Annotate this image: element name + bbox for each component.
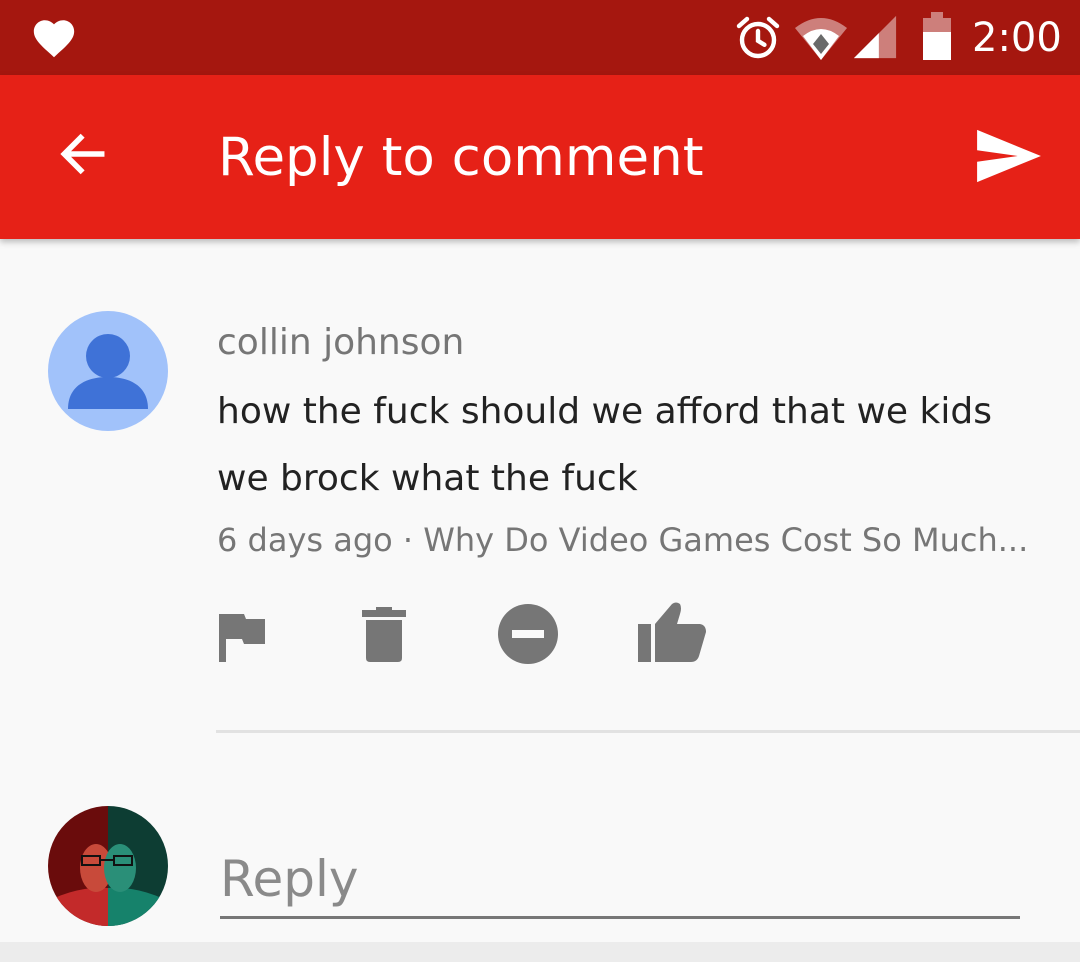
comment-author[interactable]: collin johnson: [217, 318, 464, 368]
battery-icon: [923, 12, 951, 60]
bottom-strip: [0, 942, 1080, 962]
person-icon: [68, 334, 148, 409]
avatar-photo: [48, 806, 168, 926]
app-bar: Reply to comment: [0, 75, 1080, 239]
thumb-up-icon[interactable]: [636, 600, 708, 664]
author-avatar: [48, 311, 168, 431]
delete-icon[interactable]: [360, 600, 408, 664]
status-bar: 2:00: [0, 0, 1080, 75]
alarm-icon: [736, 16, 780, 59]
flag-icon[interactable]: [217, 600, 267, 664]
heart-icon: [33, 20, 75, 58]
current-user-avatar: [48, 806, 168, 926]
block-icon[interactable]: [496, 600, 560, 664]
status-time: 2:00: [972, 15, 1062, 61]
signal-icon: [853, 15, 897, 59]
comment-text: how the fuck should we afford that we ki…: [217, 391, 992, 499]
arrow-back-icon[interactable]: [55, 126, 111, 182]
page-title: Reply to comment: [218, 127, 704, 188]
wifi-icon: [795, 18, 847, 60]
send-icon[interactable]: [974, 127, 1044, 185]
reply-input[interactable]: [220, 842, 1020, 919]
comment-meta[interactable]: 6 days ago · Why Do Video Games Cost So …: [217, 515, 1028, 565]
divider: [216, 730, 1080, 733]
